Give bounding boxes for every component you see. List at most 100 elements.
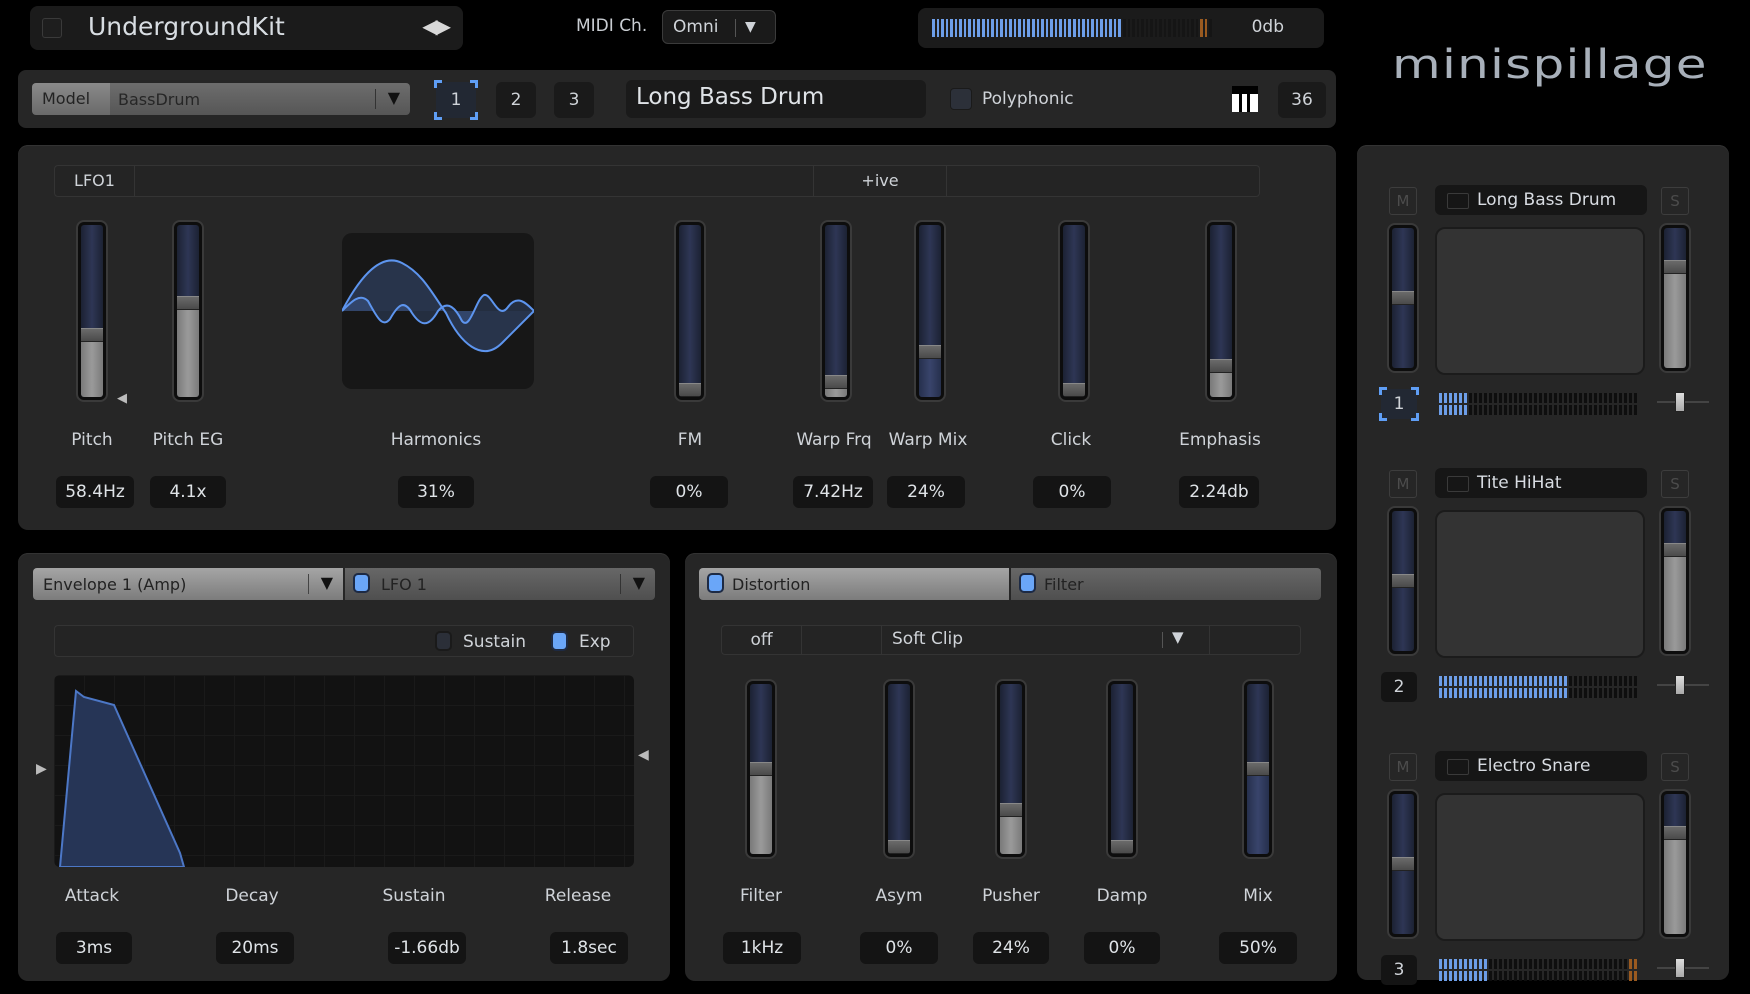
lfo-enable-toggle[interactable] [353, 573, 370, 593]
pitch-eg-fader[interactable] [172, 220, 204, 402]
envelope-select[interactable]: Envelope 1 (Amp) ▼ [33, 568, 343, 600]
fader-track[interactable] [919, 225, 941, 397]
fader-track[interactable] [1664, 511, 1686, 651]
click-fader[interactable] [1058, 220, 1090, 402]
attack-value[interactable]: 3ms [56, 932, 132, 964]
fm-value[interactable]: 0% [650, 476, 728, 508]
fader-track[interactable] [1111, 684, 1133, 854]
polyphonic-checkbox[interactable] [950, 88, 972, 110]
emphasis-fader[interactable] [1205, 220, 1237, 402]
pitch-eg-value[interactable]: 4.1x [150, 476, 226, 508]
pan-slider[interactable] [1657, 675, 1709, 695]
tab-filter[interactable]: Filter [1011, 568, 1321, 600]
pan-slider[interactable] [1657, 392, 1709, 412]
asym-fader[interactable] [883, 679, 915, 859]
exp-checkbox[interactable] [551, 631, 568, 651]
solo-button[interactable]: S [1661, 470, 1689, 498]
pitch-value[interactable]: 58.4Hz [56, 476, 134, 508]
damp-fader[interactable] [1106, 679, 1138, 859]
fader-track[interactable] [888, 684, 910, 854]
fader-thumb[interactable] [1000, 802, 1022, 817]
fader-track[interactable] [81, 225, 103, 397]
mute-button[interactable]: M [1389, 470, 1417, 498]
pitch-fader[interactable] [76, 220, 108, 402]
channel-name-field[interactable]: Electro Snare [1435, 751, 1647, 781]
kit-checkbox[interactable] [42, 18, 62, 38]
drum-pad[interactable] [1435, 227, 1645, 375]
fader-track[interactable] [1063, 225, 1085, 397]
envelope-graph[interactable] [54, 675, 634, 868]
warp-mix-fader[interactable] [914, 220, 946, 402]
click-value[interactable]: 0% [1033, 476, 1111, 508]
fader-thumb[interactable] [1111, 840, 1133, 854]
modulation-source[interactable]: LFO1 [55, 166, 135, 196]
fader-track[interactable] [679, 225, 701, 397]
harmonics-value[interactable]: 31% [398, 476, 474, 508]
mix-fader[interactable] [1242, 679, 1274, 859]
piano-keys-icon[interactable] [1232, 86, 1258, 112]
fader-track[interactable] [1392, 511, 1414, 651]
solo-button[interactable]: S [1661, 753, 1689, 781]
fader-thumb[interactable] [1664, 825, 1686, 840]
channel-volume-fader[interactable] [1659, 506, 1691, 656]
mix-value[interactable]: 50% [1219, 932, 1297, 964]
kit-nav-arrows-icon[interactable]: ◀▶ [422, 14, 451, 38]
fader-thumb[interactable] [1210, 359, 1232, 374]
distortion-mode-select[interactable]: Soft Clip [892, 629, 963, 649]
warp-frq-fader[interactable] [820, 220, 852, 402]
pan-knob[interactable] [1675, 392, 1685, 412]
channel-name-field[interactable]: Long Bass Drum [1435, 185, 1647, 215]
fader-thumb[interactable] [1392, 857, 1414, 871]
fader-track[interactable] [1247, 684, 1269, 854]
asym-value[interactable]: 0% [860, 932, 938, 964]
fader-track[interactable] [825, 225, 847, 397]
distortion-enable-toggle[interactable] [707, 573, 724, 593]
fader-thumb[interactable] [1063, 383, 1085, 397]
channel-pitch-fader[interactable] [1387, 223, 1419, 373]
channel-select-button[interactable]: 3 [1381, 955, 1417, 985]
filter-value[interactable]: 1kHz [723, 932, 801, 964]
solo-button[interactable]: S [1661, 187, 1689, 215]
sustain-checkbox[interactable] [435, 631, 452, 651]
fm-fader[interactable] [674, 220, 706, 402]
midi-channel-select[interactable]: Omni ▼ [662, 10, 776, 44]
fader-thumb[interactable] [1392, 574, 1414, 588]
kit-name[interactable]: UndergroundKit [88, 12, 285, 41]
channel-select-button[interactable]: 2 [1381, 672, 1417, 702]
fader-thumb[interactable] [825, 375, 847, 390]
fader-thumb[interactable] [1664, 542, 1686, 557]
release-value[interactable]: 1.8sec [550, 932, 628, 964]
drum-pad[interactable] [1435, 793, 1645, 941]
fader-thumb[interactable] [177, 296, 199, 311]
warp-mix-value[interactable]: 24% [887, 476, 965, 508]
fader-thumb[interactable] [750, 762, 772, 776]
pusher-fader[interactable] [995, 679, 1027, 859]
harmonics-waveform-display[interactable] [341, 233, 535, 389]
folder-icon[interactable] [1447, 759, 1469, 775]
distortion-off-button[interactable]: off [722, 626, 802, 654]
warp-frq-value[interactable]: 7.42Hz [793, 476, 873, 508]
pan-knob[interactable] [1675, 675, 1685, 695]
fader-thumb[interactable] [1664, 259, 1686, 274]
lfo-select[interactable]: LFO 1 ▼ [345, 568, 655, 600]
tab-distortion[interactable]: Distortion [699, 568, 1009, 600]
channel-pitch-fader[interactable] [1387, 506, 1419, 656]
channel-name-field[interactable]: Tite HiHat [1435, 468, 1647, 498]
fader-thumb[interactable] [1247, 762, 1269, 776]
fader-track[interactable] [1000, 684, 1022, 854]
fader-track[interactable] [1664, 794, 1686, 934]
filter-enable-toggle[interactable] [1019, 573, 1036, 593]
model-select[interactable]: BassDrum ▼ [110, 83, 410, 115]
mute-button[interactable]: M [1389, 187, 1417, 215]
chevron-down-icon[interactable]: ▼ [1172, 628, 1184, 646]
folder-icon[interactable] [1447, 193, 1469, 209]
fader-thumb[interactable] [1392, 291, 1414, 305]
fader-thumb[interactable] [679, 383, 701, 397]
fader-thumb[interactable] [919, 345, 941, 360]
mute-button[interactable]: M [1389, 753, 1417, 781]
sound-name-field[interactable]: Long Bass Drum [626, 80, 926, 118]
pusher-value[interactable]: 24% [973, 932, 1049, 964]
fader-track[interactable] [1392, 794, 1414, 934]
fader-track[interactable] [1392, 228, 1414, 368]
channel-select-button[interactable]: 1 [1379, 387, 1419, 421]
